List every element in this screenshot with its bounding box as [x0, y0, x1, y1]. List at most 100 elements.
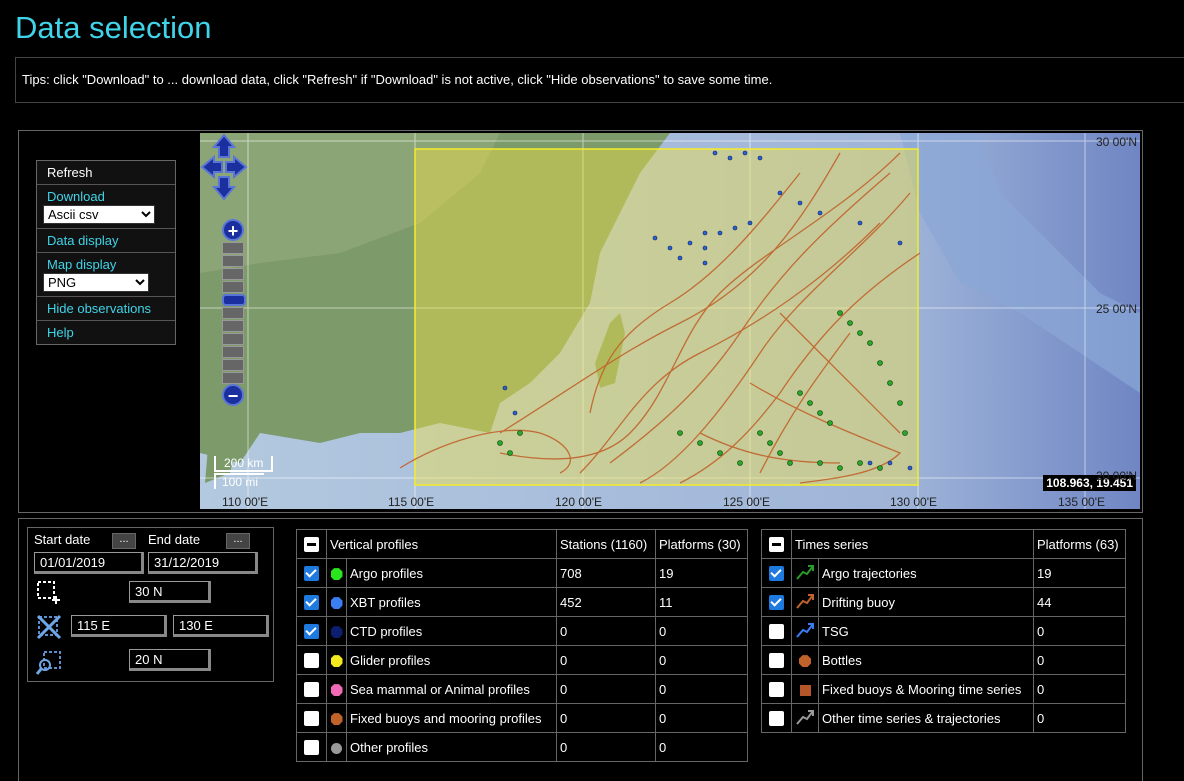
zoom-in-icon[interactable]: + — [222, 219, 244, 241]
scale-mi: 100 mi — [214, 473, 265, 489]
zoom-control: + − — [222, 219, 246, 406]
map-display-item: Map display PNG — [37, 253, 175, 297]
west-bound-input[interactable]: 115 E — [71, 615, 167, 637]
zoom-level[interactable] — [222, 307, 244, 319]
fixed-buoys-marker-icon — [330, 713, 343, 726]
argo-profiles-checkbox[interactable] — [304, 566, 319, 582]
map-format-select[interactable]: PNG — [43, 273, 149, 292]
zoom-level[interactable] — [222, 255, 244, 267]
table-row: Fixed buoys & Mooring time series 0 — [761, 674, 1126, 704]
xbt-profiles-checkbox[interactable] — [304, 595, 319, 611]
glider-profiles-checkbox[interactable] — [304, 653, 319, 669]
east-bound-input[interactable]: 130 E — [173, 615, 269, 637]
fixed-buoys-profiles-checkbox[interactable] — [304, 711, 319, 727]
download-button[interactable]: Download — [47, 189, 165, 204]
zoom-level[interactable] — [222, 359, 244, 371]
clear-box-icon[interactable] — [36, 614, 62, 640]
row-platforms: 0 — [1033, 616, 1126, 646]
other-timeseries-checkbox[interactable] — [769, 711, 784, 727]
lon-label: 135 00'E — [1058, 495, 1105, 509]
scale-km: 200 km — [214, 456, 274, 472]
refresh-button[interactable]: Refresh — [37, 161, 175, 185]
zoom-level[interactable] — [222, 333, 244, 345]
sea-mammal-profiles-checkbox[interactable] — [304, 682, 319, 698]
xbt-marker-icon — [330, 597, 343, 610]
draw-box-icon[interactable] — [36, 580, 62, 606]
date-area-panel: Start date ... End date ... 01/01/2019 3… — [27, 527, 274, 682]
ts-platforms-header: Platforms (63) — [1033, 529, 1126, 559]
row-platforms: 19 — [1033, 558, 1126, 588]
other-profiles-checkbox[interactable] — [304, 740, 319, 756]
row-label: XBT profiles — [346, 587, 557, 617]
bottles-checkbox[interactable] — [769, 653, 784, 669]
zoom-to-box-icon[interactable] — [36, 650, 62, 676]
table-row: Fixed buoys and mooring profiles 0 0 — [296, 703, 748, 733]
row-stations: 708 — [556, 558, 656, 588]
trajectory-icon — [796, 593, 814, 609]
table-header-row: Times series Platforms (63) — [761, 529, 1126, 559]
lat-label: 30 00'N — [1096, 135, 1137, 149]
drifting-buoy-checkbox[interactable] — [769, 595, 784, 611]
pan-up-icon[interactable] — [211, 133, 237, 158]
sea-mammal-marker-icon — [330, 684, 343, 697]
download-format-select[interactable]: Ascii csv — [43, 205, 155, 224]
end-date-input[interactable]: 31/12/2019 — [148, 552, 258, 574]
south-bound-input[interactable]: 20 N — [129, 649, 211, 671]
table-row: Argo trajectories 19 — [761, 558, 1126, 588]
hide-observations-button[interactable]: Hide observations — [37, 297, 175, 321]
zoom-level[interactable] — [222, 242, 244, 254]
row-stations: 0 — [556, 703, 656, 733]
argo-trajectories-checkbox[interactable] — [769, 566, 784, 582]
north-bound-input[interactable]: 30 N — [129, 581, 211, 603]
trajectory-icon — [796, 622, 814, 638]
help-button[interactable]: Help — [37, 321, 175, 344]
row-stations: 0 — [556, 732, 656, 762]
pan-right-icon[interactable] — [225, 154, 248, 180]
row-label: Other time series & trajectories — [818, 703, 1034, 733]
tsg-checkbox[interactable] — [769, 624, 784, 640]
end-date-picker-button[interactable]: ... — [226, 533, 250, 549]
platforms-header: Platforms (30) — [655, 529, 748, 559]
row-platforms: 0 — [1033, 674, 1126, 704]
start-date-picker-button[interactable]: ... — [112, 533, 136, 549]
start-date-label: Start date — [34, 532, 91, 547]
table-row: Bottles 0 — [761, 645, 1126, 675]
timeseries-toggle-all-checkbox[interactable] — [769, 537, 784, 553]
zoom-level[interactable] — [222, 372, 244, 384]
data-display-button[interactable]: Data display — [37, 229, 175, 253]
time-series-table: Times series Platforms (63) Argo traject… — [761, 529, 1126, 733]
map-view[interactable]: 30 00'N 25 00'N 20 00'N 110 00'E 115 00'… — [200, 133, 1140, 509]
row-label: Drifting buoy — [818, 587, 1034, 617]
zoom-level[interactable] — [222, 346, 244, 358]
fixed-buoys-timeseries-checkbox[interactable] — [769, 682, 784, 698]
map-display-button[interactable]: Map display — [47, 257, 165, 272]
tips-text: Tips: click "Download" to ... download d… — [15, 57, 1184, 103]
row-label: Bottles — [818, 645, 1034, 675]
selection-box[interactable] — [414, 148, 919, 486]
table-row: Sea mammal or Animal profiles 0 0 — [296, 674, 748, 704]
row-platforms: 0 — [655, 645, 748, 675]
zoom-level[interactable] — [222, 281, 244, 293]
row-stations: 0 — [556, 616, 656, 646]
profiles-toggle-all-checkbox[interactable] — [304, 537, 319, 553]
row-platforms: 0 — [655, 732, 748, 762]
row-label: TSG — [818, 616, 1034, 646]
pan-control[interactable] — [200, 133, 248, 201]
zoom-slider-handle[interactable] — [222, 294, 246, 306]
map-canvas[interactable] — [200, 133, 1140, 509]
lat-label: 20 00'N — [1096, 469, 1137, 483]
row-stations: 0 — [556, 674, 656, 704]
lon-label: 120 00'E — [555, 495, 602, 509]
map-menu: Refresh Download Ascii csv Data display … — [36, 160, 176, 345]
start-date-input[interactable]: 01/01/2019 — [34, 552, 144, 574]
row-label: Argo profiles — [346, 558, 557, 588]
zoom-out-icon[interactable]: − — [222, 384, 244, 406]
download-item: Download Ascii csv — [37, 185, 175, 229]
row-label: CTD profiles — [346, 616, 557, 646]
pan-down-icon[interactable] — [211, 176, 237, 201]
ctd-profiles-checkbox[interactable] — [304, 624, 319, 640]
zoom-level[interactable] — [222, 268, 244, 280]
row-platforms: 44 — [1033, 587, 1126, 617]
zoom-level[interactable] — [222, 320, 244, 332]
pan-left-icon[interactable] — [200, 154, 223, 180]
